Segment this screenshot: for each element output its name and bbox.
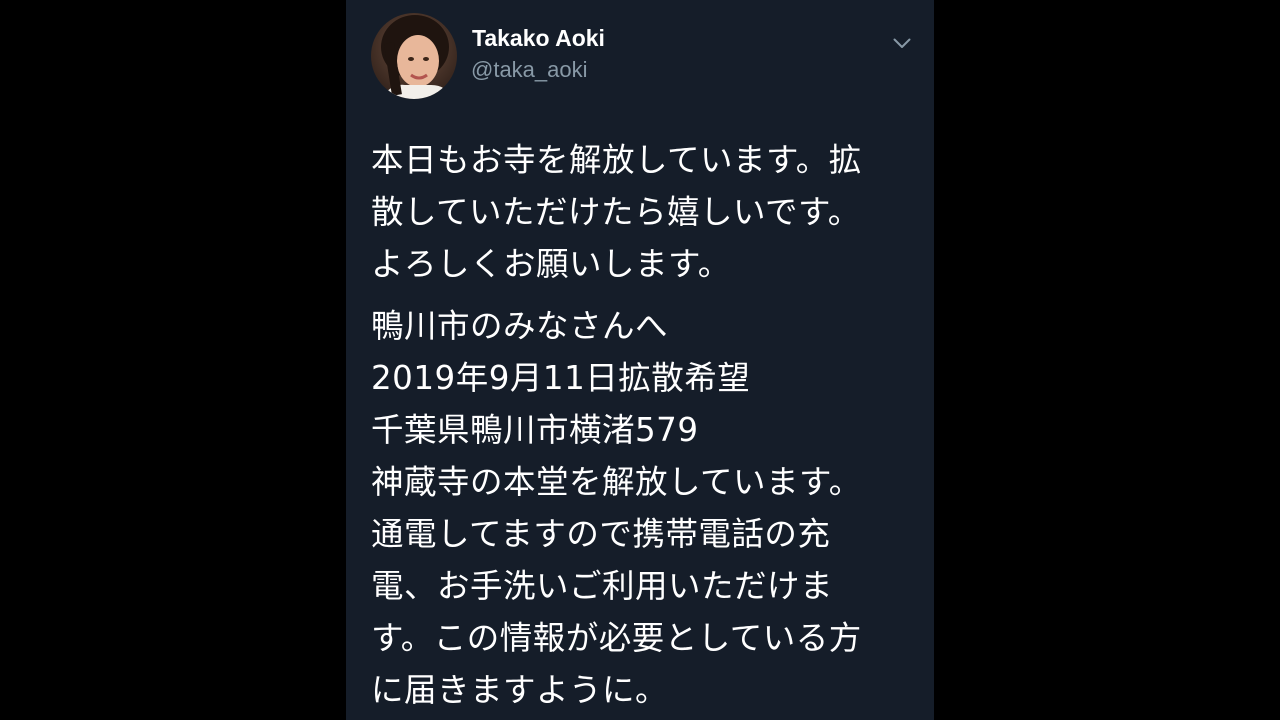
tweet-text-line: 本日もお寺を解放しています。拡	[371, 141, 862, 179]
tweet-text-line: 千葉県鴨川市横渚579	[371, 411, 699, 449]
tweet-text: 本日もお寺を解放しています。拡 散していただけたら嬉しいです。 よろしくお願いし…	[371, 134, 919, 716]
tweet-menu-button[interactable]	[888, 30, 916, 56]
tweet-text-line: 散していただけたら嬉しいです。	[371, 193, 861, 231]
tweet-text-line: に届きますように。	[371, 671, 669, 709]
tweet-text-line: よろしくお願いします。	[371, 245, 731, 283]
author-handle[interactable]: @taka_aoki	[471, 57, 588, 83]
chevron-down-icon	[893, 38, 911, 48]
author-avatar[interactable]	[371, 13, 457, 99]
tweet-text-line: 神蔵寺の本堂を解放しています。	[371, 463, 862, 501]
user-avatar-photo-icon	[371, 13, 457, 99]
author-display-name[interactable]: Takako Aoki	[472, 25, 605, 52]
tweet-text-line: 通電してますので携帯電話の充	[371, 515, 831, 553]
tweet-text-line: す。この情報が必要としている方	[371, 619, 862, 657]
tweet-text-line: 2019年9月11日拡散希望	[371, 359, 751, 397]
video-frame: Takako Aoki @taka_aoki 本日もお寺を解放しています。拡 散…	[0, 0, 1280, 720]
tweet-text-line: 電、お手洗いご利用いただけま	[371, 567, 834, 605]
tweet-text-line: 鴨川市のみなさんへ	[371, 307, 669, 345]
